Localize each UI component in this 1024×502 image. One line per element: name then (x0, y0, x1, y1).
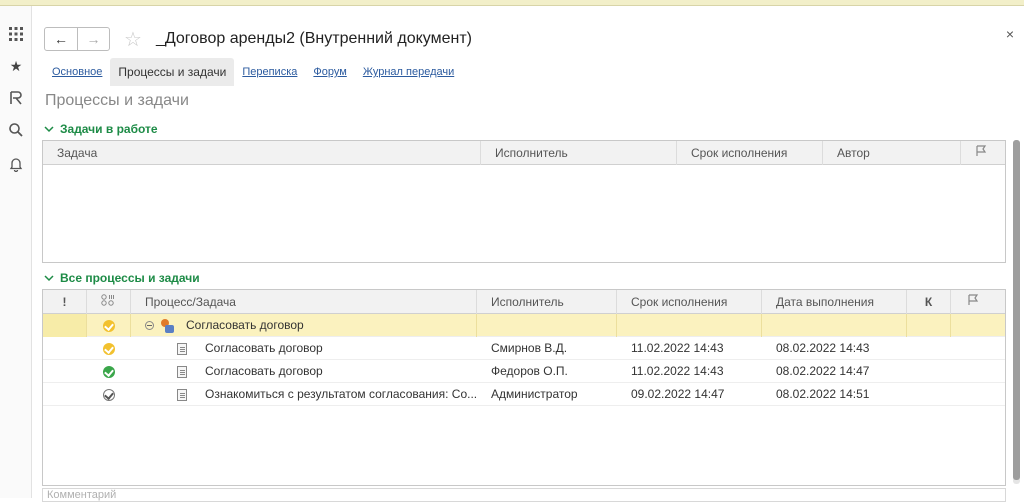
tab-processes[interactable]: Процессы и задачи (110, 58, 235, 86)
tab-transfer-log[interactable]: Журнал передачи (355, 58, 462, 86)
task-document-icon (177, 388, 187, 401)
col-process-task[interactable]: Процесс/Задача (131, 290, 477, 314)
col-executor[interactable]: Исполнитель (481, 141, 677, 165)
k-cell (907, 337, 951, 360)
task-cell: Согласовать договор (131, 360, 477, 383)
task-document-icon (177, 365, 187, 378)
k-cell (907, 383, 951, 406)
col-author[interactable]: Автор (823, 141, 961, 165)
table-row[interactable]: Согласовать договор (43, 314, 1005, 337)
favorites-star-icon[interactable]: ★ (8, 58, 24, 74)
forward-button[interactable]: → (77, 28, 109, 50)
document-header: ← → ☆ _Договор аренды2 (Внутренний докум… (44, 26, 472, 52)
executor-cell: Федоров О.П. (491, 364, 568, 378)
processes-group-header[interactable]: Все процессы и задачи (44, 271, 200, 285)
process-cell: Согласовать договор (131, 314, 477, 337)
deadline-cell: 11.02.2022 14:43 (631, 341, 724, 355)
status-cell (87, 383, 131, 406)
col-importance[interactable]: ! (43, 290, 87, 314)
flag-cell (951, 314, 1005, 337)
vertical-scrollbar[interactable] (1013, 140, 1020, 484)
chevron-down-icon (44, 271, 54, 285)
status-in-progress-icon (103, 342, 115, 355)
processes-group-title: Все процессы и задачи (60, 271, 200, 285)
executor-cell: Смирнов В.Д. (491, 341, 568, 355)
navigation-buttons: ← → (44, 27, 110, 51)
history-icon[interactable] (8, 90, 24, 106)
importance-cell (43, 360, 87, 383)
executor-cell: Администратор (491, 387, 578, 401)
col-deadline[interactable]: Срок исполнения (677, 141, 823, 165)
close-icon[interactable]: × (1006, 26, 1014, 42)
scrollbar-thumb[interactable] (1013, 140, 1020, 480)
task-document-icon (177, 342, 187, 355)
flag-cell (951, 360, 1005, 383)
tab-forum[interactable]: Форум (305, 58, 354, 86)
tasks-group-title: Задачи в работе (60, 122, 158, 136)
status-cell (87, 337, 131, 360)
tab-main[interactable]: Основное (44, 58, 110, 86)
task-name: Ознакомиться с результатом согласования:… (205, 387, 477, 401)
completed-cell: 08.02.2022 14:43 (776, 341, 870, 355)
status-done-icon (103, 365, 115, 378)
flag-cell (951, 337, 1005, 360)
deadline-cell: 11.02.2022 14:43 (631, 364, 724, 378)
processes-table-header: ! Процесс/Задача Исполнитель Срок исполн… (43, 290, 1005, 314)
col-completed[interactable]: Дата выполнения (762, 290, 907, 314)
k-cell (907, 360, 951, 383)
tab-bar: Основное Процессы и задачи Переписка Фор… (44, 58, 462, 86)
completed-cell: 08.02.2022 14:47 (776, 364, 870, 378)
process-name: Согласовать договор (186, 318, 304, 332)
flag-icon[interactable] (951, 290, 1005, 314)
task-cell: Ознакомиться с результатом согласования:… (131, 383, 477, 406)
bell-icon[interactable] (8, 156, 24, 173)
task-name: Согласовать договор (205, 364, 323, 378)
tasks-group-header[interactable]: Задачи в работе (44, 122, 158, 136)
col-k[interactable]: К (907, 290, 951, 314)
table-row[interactable]: Согласовать договор Смирнов В.Д. 11.02.2… (43, 337, 1005, 360)
process-icon (160, 318, 174, 333)
completed-cell (762, 314, 907, 337)
favorite-star-icon[interactable]: ☆ (124, 27, 142, 52)
col-deadline[interactable]: Срок исполнения (617, 290, 762, 314)
status-in-progress-icon (103, 319, 115, 332)
importance-cell (43, 337, 87, 360)
flag-cell (951, 383, 1005, 406)
apps-grid-icon[interactable] (8, 26, 24, 42)
comment-field[interactable]: Комментарий (42, 488, 1006, 502)
deadline-cell (617, 314, 762, 337)
deadline-cell: 09.02.2022 14:47 (631, 387, 725, 401)
table-row[interactable]: Ознакомиться с результатом согласования:… (43, 383, 1005, 406)
left-sidebar: ★ (0, 6, 32, 498)
processes-table: ! Процесс/Задача Исполнитель Срок исполн… (42, 289, 1006, 486)
chevron-down-icon (44, 122, 54, 136)
status-cell (87, 360, 131, 383)
k-cell (907, 314, 951, 337)
task-name: Согласовать договор (205, 341, 323, 355)
status-cell (87, 314, 131, 337)
executor-cell (477, 314, 617, 337)
tasks-table: Задача Исполнитель Срок исполнения Автор (42, 140, 1006, 263)
page-title: _Договор аренды2 (Внутренний документ) (155, 30, 472, 47)
back-button[interactable]: ← (45, 28, 77, 50)
completed-cell: 08.02.2022 14:51 (776, 387, 870, 401)
col-executor[interactable]: Исполнитель (477, 290, 617, 314)
top-window-strip (0, 0, 1024, 6)
flag-icon[interactable] (961, 141, 1005, 165)
tasks-table-header: Задача Исполнитель Срок исполнения Автор (43, 141, 1005, 165)
importance-cell (43, 383, 87, 406)
table-row[interactable]: Согласовать договор Федоров О.П. 11.02.2… (43, 360, 1005, 383)
tab-correspondence[interactable]: Переписка (234, 58, 305, 86)
search-icon[interactable] (8, 122, 24, 138)
status-icon[interactable] (87, 290, 131, 314)
col-task[interactable]: Задача (43, 141, 481, 165)
task-cell: Согласовать договор (131, 337, 477, 360)
collapse-icon[interactable] (145, 321, 154, 331)
section-title: Процессы и задачи (45, 92, 189, 109)
status-acknowledged-icon (103, 388, 115, 401)
importance-cell (43, 314, 87, 337)
